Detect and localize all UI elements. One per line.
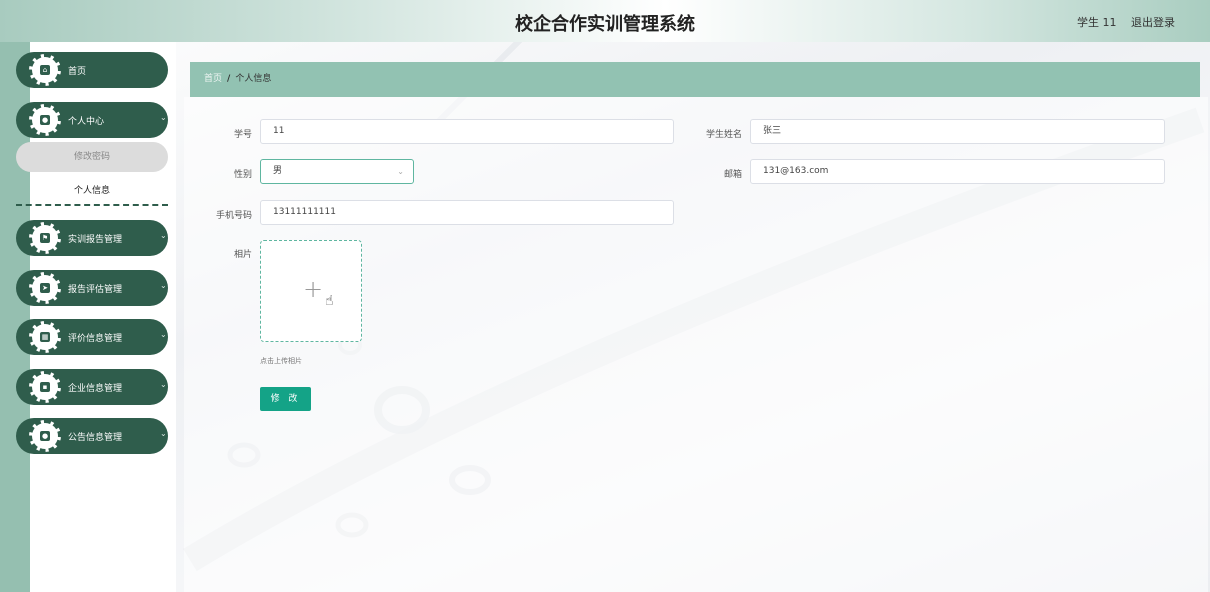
chevron-down-icon: ⌄ (397, 167, 404, 176)
gear-badge: ⚑ (29, 222, 61, 254)
sidebar-item-label: 首页 (68, 67, 87, 77)
sidebar-item-company-management[interactable]: ▪ 企业信息管理 ⌄ (16, 369, 168, 405)
chevron-down-icon: ⌄ (160, 380, 167, 389)
breadcrumb-current: 个人信息 (235, 74, 272, 84)
student-id-field[interactable]: 11 (260, 119, 674, 144)
home-icon: ⌂ (40, 65, 50, 75)
gender-label: 性别 (233, 170, 252, 180)
email-field[interactable]: 131@163.com (750, 159, 1165, 184)
chevron-down-icon: ⌄ (160, 113, 167, 122)
current-user: 学生 11 (1077, 16, 1117, 29)
sidebar-item-label: 公告信息管理 (68, 433, 123, 443)
sidebar-item-label: 报告评估管理 (68, 285, 123, 295)
student-id-label: 学号 (233, 130, 252, 140)
person-icon: ● (40, 431, 50, 441)
send-icon: ➤ (40, 283, 50, 293)
chevron-down-icon: ⌄ (160, 281, 167, 290)
plus-icon: + (303, 275, 324, 303)
submenu-divider (16, 204, 168, 206)
email-label: 邮箱 (723, 170, 742, 180)
sidebar-item-report-management[interactable]: ⚑ 实训报告管理 ⌄ (16, 220, 168, 256)
chart-icon: ▦ (40, 332, 50, 342)
grid-icon: ▪ (40, 382, 50, 392)
upload-hint: 点击上传相片 (260, 357, 302, 365)
phone-field[interactable]: 13111111111 (260, 200, 674, 225)
sidebar-item-notice-management[interactable]: ● 公告信息管理 ⌄ (16, 418, 168, 454)
sidebar-item-home[interactable]: ⌂ 首页 (16, 52, 168, 88)
chevron-down-icon: ⌄ (160, 429, 167, 438)
gear-badge: ➤ (29, 272, 61, 304)
app-title: 校企合作实训管理系统 (515, 14, 695, 35)
phone-label: 手机号码 (215, 211, 252, 221)
sidebar-item-review-management[interactable]: ▦ 评价信息管理 ⌄ (16, 319, 168, 355)
submit-button[interactable]: 修 改 (260, 387, 311, 411)
sidebar-item-label: 个人中心 (68, 117, 105, 127)
gear-badge: ▪ (29, 371, 61, 403)
chevron-down-icon: ⌄ (160, 330, 167, 339)
sidebar-item-personal-center[interactable]: ● 个人中心 ⌄ (16, 102, 168, 138)
top-bar: 校企合作实训管理系统 学生 11 退出登录 (0, 0, 1210, 42)
breadcrumb-separator: / (227, 74, 231, 84)
gear-badge: ● (29, 420, 61, 452)
submenu-item-personal-info[interactable]: 个人信息 (16, 176, 168, 206)
gender-select[interactable]: 男 ⌄ (260, 159, 414, 184)
logout-link[interactable]: 退出登录 (1131, 14, 1175, 30)
chevron-down-icon: ⌄ (160, 231, 167, 240)
photo-upload[interactable]: + ☝ (260, 240, 362, 342)
breadcrumb: 首页 / 个人信息 (190, 62, 1200, 97)
sidebar-item-label: 实训报告管理 (68, 235, 123, 245)
breadcrumb-home[interactable]: 首页 (204, 74, 222, 84)
gear-badge: ⌂ (29, 54, 61, 86)
gear-badge: ● (29, 104, 61, 136)
student-name-field[interactable]: 张三 (750, 119, 1165, 144)
gender-value: 男 (273, 166, 283, 176)
hand-cursor-icon: ☝ (325, 293, 334, 309)
user-icon: ● (40, 115, 50, 125)
sidebar-item-label: 评价信息管理 (68, 334, 123, 344)
flag-icon: ⚑ (40, 233, 50, 243)
sidebar-item-label: 企业信息管理 (68, 384, 123, 394)
student-name-label: 学生姓名 (705, 130, 742, 140)
submenu-item-change-password[interactable]: 修改密码 (16, 142, 168, 172)
gear-badge: ▦ (29, 321, 61, 353)
photo-label: 相片 (233, 250, 252, 260)
sidebar-item-report-evaluation[interactable]: ➤ 报告评估管理 ⌄ (16, 270, 168, 306)
